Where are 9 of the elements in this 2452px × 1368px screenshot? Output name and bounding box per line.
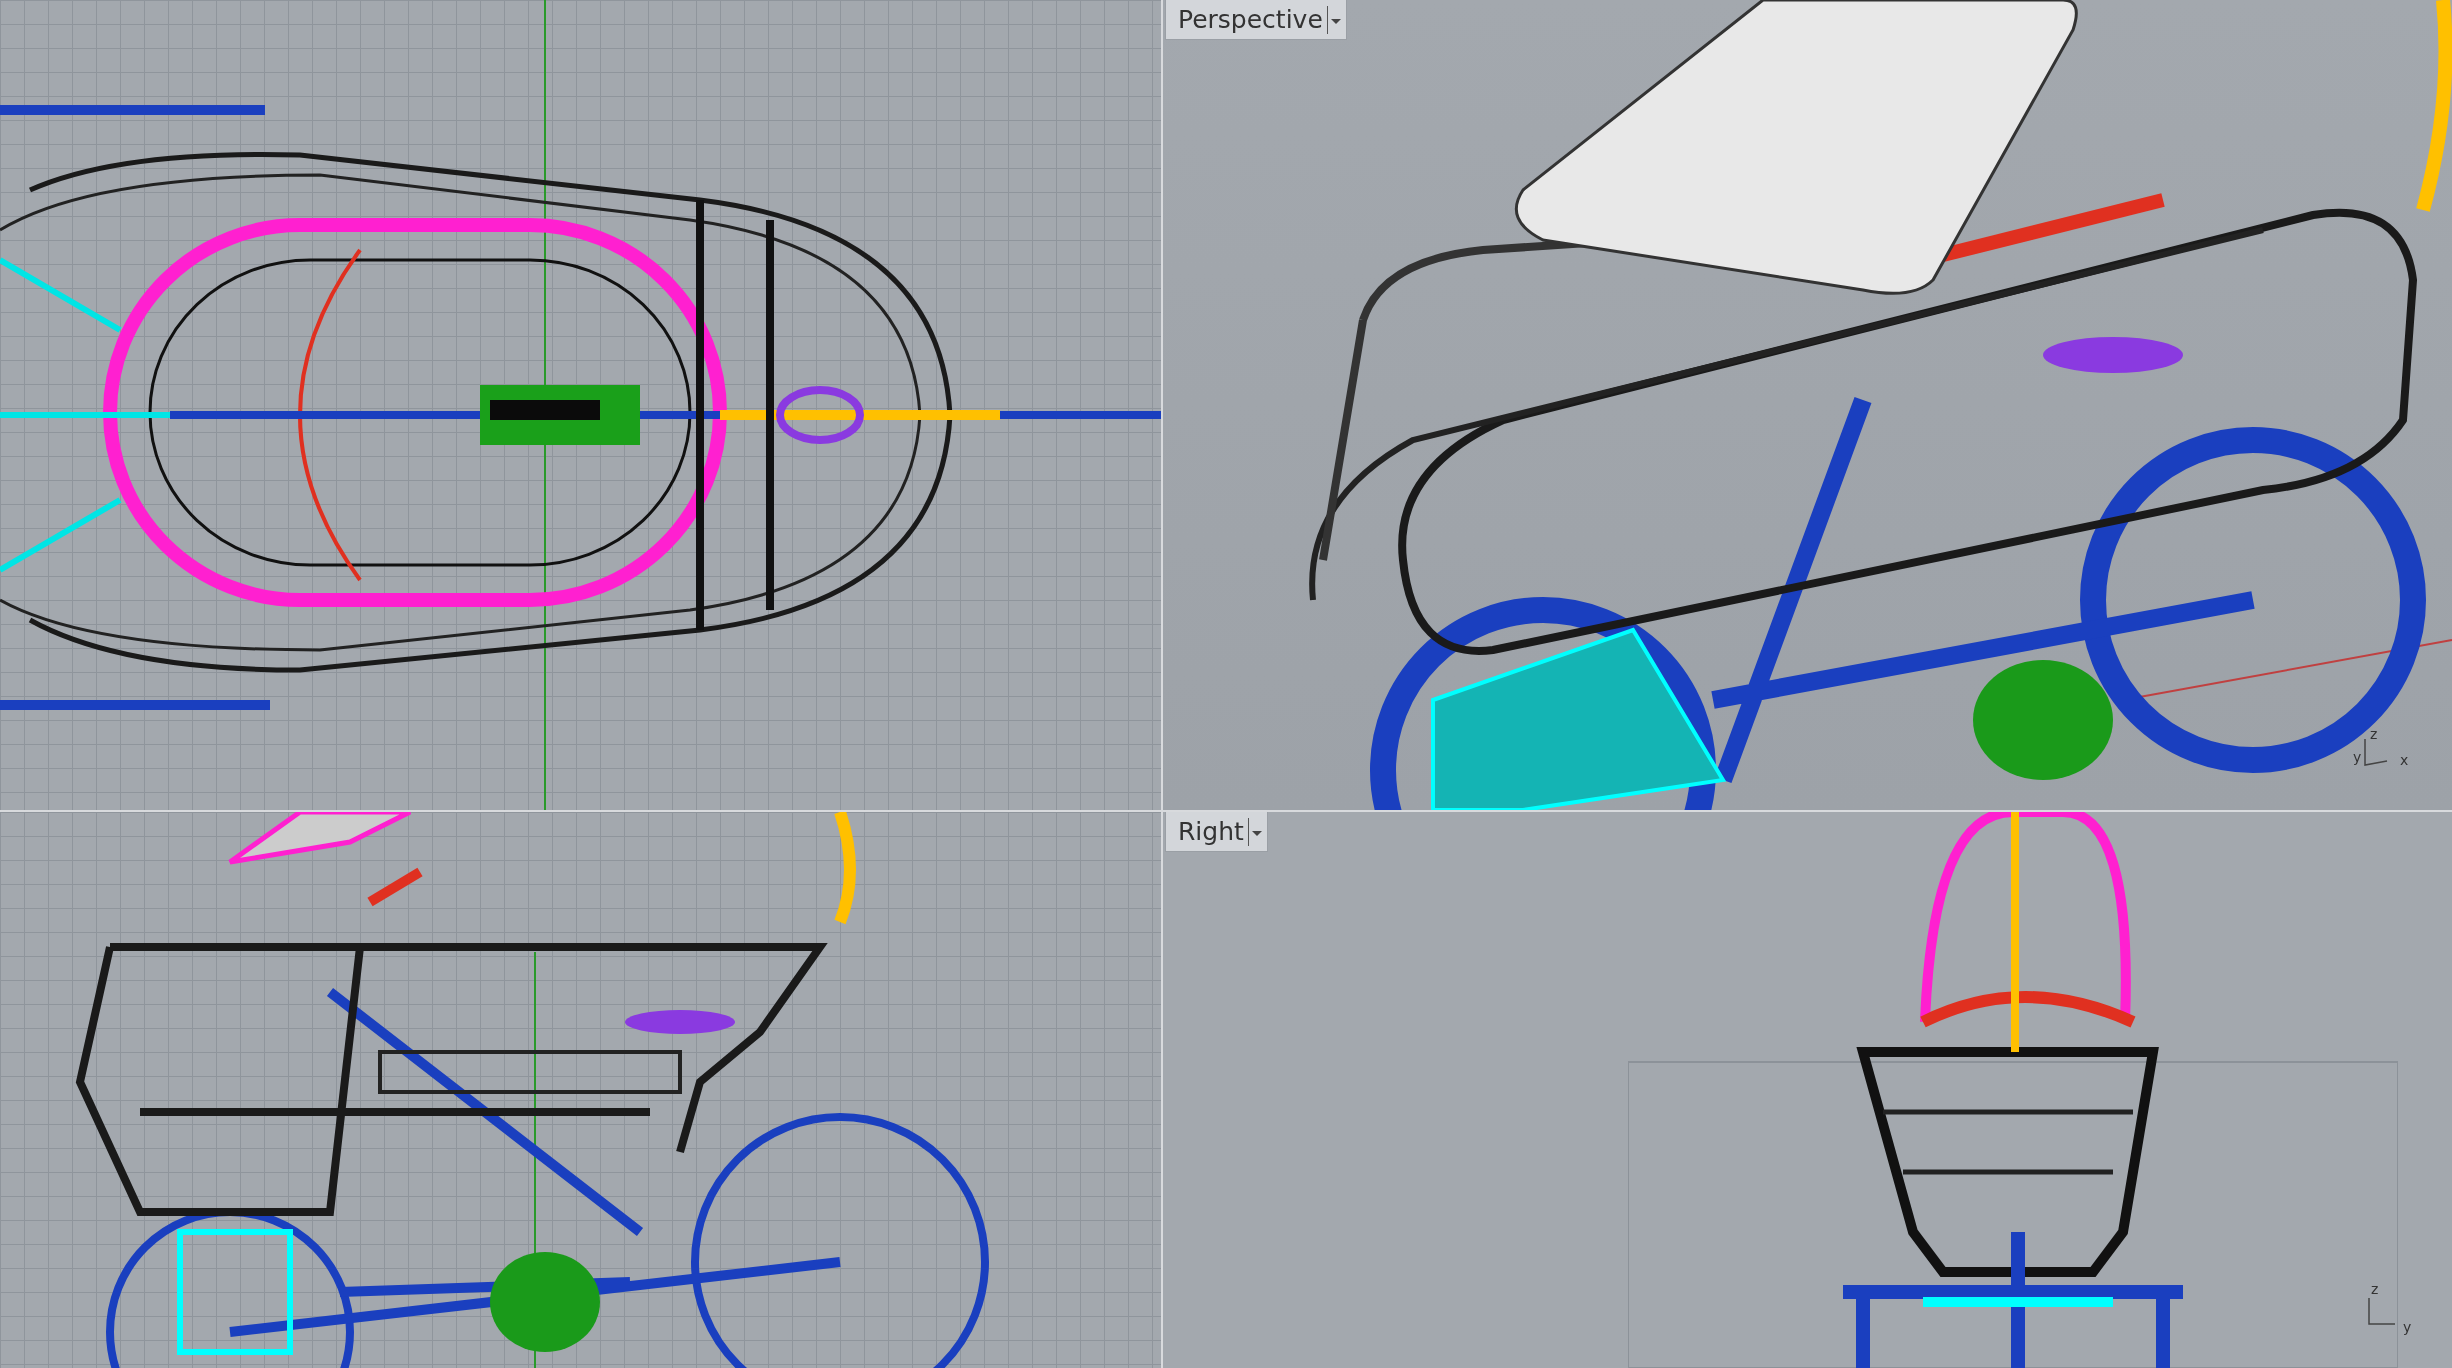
caret-icon	[1247, 817, 1265, 846]
axis-label: z	[2370, 727, 2378, 741]
caret-icon	[1326, 5, 1344, 34]
viewport-title-button[interactable]: Perspective	[1165, 0, 1347, 40]
axis-label: x	[2400, 753, 2409, 767]
viewport-title-button[interactable]: Right	[1165, 812, 1268, 852]
axis-label: y	[2403, 1320, 2412, 1334]
axis-label: z	[2371, 1282, 2379, 1296]
axis-label: y	[2353, 750, 2362, 764]
